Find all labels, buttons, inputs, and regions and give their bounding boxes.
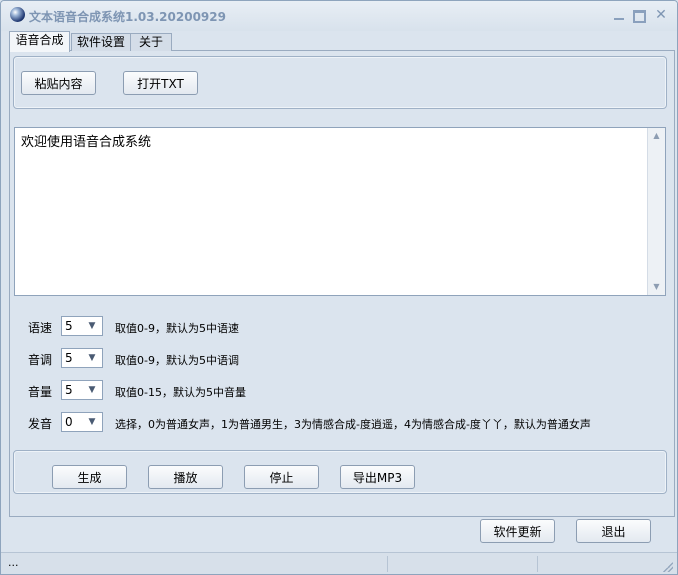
voice-label: 发音 <box>28 417 53 431</box>
voice-hint: 选择，0为普通女声，1为普通男生，3为情感合成-度逍遥，4为情感合成-度丫丫，默… <box>115 418 591 431</box>
chevron-down-icon: ▼ <box>88 417 96 427</box>
speed-value: 5 <box>65 319 73 333</box>
chevron-down-icon: ▼ <box>88 385 96 395</box>
pitch-value: 5 <box>65 351 73 365</box>
play-button[interactable]: 播放 <box>148 465 223 489</box>
volume-hint: 取值0-15，默认为5中音量 <box>115 386 246 399</box>
chevron-down-icon: ▼ <box>88 321 96 331</box>
maximize-button[interactable] <box>629 5 649 25</box>
status-bar: ... <box>1 552 677 574</box>
window-title: 文本语音合成系统1.03.20200929 <box>29 10 226 24</box>
pitch-hint: 取值0-9，默认为5中语调 <box>115 354 239 367</box>
tab-tts[interactable]: 语音合成 <box>9 31 70 52</box>
tab-about[interactable]: 关于 <box>130 33 172 51</box>
volume-label: 音量 <box>28 385 53 399</box>
volume-value: 5 <box>65 383 73 397</box>
generate-button[interactable]: 生成 <box>52 465 127 489</box>
exit-button[interactable]: 退出 <box>576 519 651 543</box>
volume-select[interactable]: 5 ▼ <box>61 380 103 400</box>
pitch-select[interactable]: 5 ▼ <box>61 348 103 368</box>
vertical-scrollbar[interactable]: ▲ ▼ <box>647 128 665 295</box>
editor-text: 欢迎使用语音合成系统 <box>21 135 152 150</box>
title-bar[interactable]: 文本语音合成系统1.03.20200929 ✕ <box>1 1 677 31</box>
voice-value: 0 <box>65 415 73 429</box>
speed-label: 语速 <box>28 321 53 335</box>
text-editor[interactable]: 欢迎使用语音合成系统 ▲ ▼ <box>14 127 666 296</box>
status-divider <box>387 556 388 572</box>
maximize-icon <box>633 10 646 23</box>
minimize-button[interactable] <box>609 5 629 25</box>
minimize-icon <box>614 18 624 20</box>
toolbar-group: 粘贴内容 打开TXT <box>13 56 667 109</box>
update-button[interactable]: 软件更新 <box>480 519 555 543</box>
close-icon: ✕ <box>655 7 667 23</box>
speed-select[interactable]: 5 ▼ <box>61 316 103 336</box>
voice-select[interactable]: 0 ▼ <box>61 412 103 432</box>
scroll-down-icon[interactable]: ▼ <box>648 279 665 295</box>
pitch-label: 音调 <box>28 353 53 367</box>
globe-icon <box>10 7 25 22</box>
chevron-down-icon: ▼ <box>88 353 96 363</box>
status-divider <box>537 556 538 572</box>
close-button[interactable]: ✕ <box>651 5 671 25</box>
resize-grip-icon[interactable] <box>663 562 673 572</box>
stop-button[interactable]: 停止 <box>244 465 319 489</box>
open-txt-button[interactable]: 打开TXT <box>123 71 198 95</box>
speed-hint: 取值0-9，默认为5中语速 <box>115 322 239 335</box>
main-window: 文本语音合成系统1.03.20200929 ✕ 语音合成 软件设置 关于 粘贴内… <box>0 0 678 575</box>
tab-settings[interactable]: 软件设置 <box>71 33 131 51</box>
status-text: ... <box>8 556 19 569</box>
scroll-up-icon[interactable]: ▲ <box>648 128 665 144</box>
export-mp3-button[interactable]: 导出MP3 <box>340 465 415 489</box>
paste-button[interactable]: 粘贴内容 <box>21 71 96 95</box>
action-group: 生成 播放 停止 导出MP3 <box>13 450 667 494</box>
